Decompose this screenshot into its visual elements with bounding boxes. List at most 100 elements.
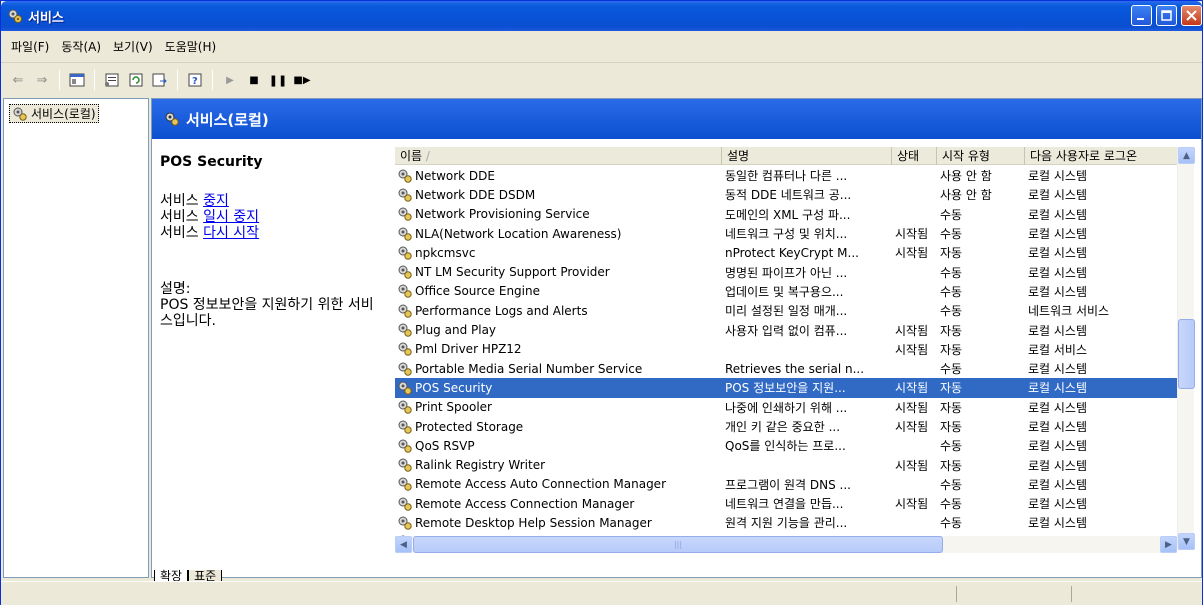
service-name: Network DDE DSDM [415, 187, 536, 202]
table-row[interactable]: Remote Access Connection Manager 네트워크 연결을… [395, 494, 1177, 513]
table-row[interactable]: Portable Media Serial Number Service Retr… [395, 359, 1177, 378]
table-row[interactable]: Performance Logs and Alerts 미리 설정된 일정 매개.… [395, 301, 1177, 320]
cell-name: Portable Media Serial Number Service [395, 362, 720, 376]
cell-name: Print Spooler [395, 400, 720, 414]
maximize-icon [1161, 10, 1172, 21]
service-name: npkcmsvc [415, 245, 476, 260]
table-row[interactable]: POS Security POS 정보보안을 지원... 시작됨 자동 로컬 시스템 [395, 378, 1177, 398]
menu-file[interactable]: 파일(F) [7, 38, 57, 55]
help-button[interactable]: ? [184, 69, 206, 91]
service-name: POS Security [415, 380, 493, 395]
table-row[interactable]: QoS RSVP QoS를 인식하는 프로... 수동 로컬 시스템 [395, 436, 1177, 455]
table-row[interactable]: Remote Access Auto Connection Manager 프로그… [395, 475, 1177, 494]
table-row[interactable]: Network Provisioning Service 도메인의 XML 구성 … [395, 205, 1177, 224]
table-row[interactable]: Plug and Play 사용자 입력 없이 컴퓨... 시작됨 자동 로컬 시스템 [395, 320, 1177, 339]
scroll-up-button[interactable]: ▲ [1178, 147, 1195, 164]
table-row[interactable]: Network DDE DSDM 동적 DDE 네트워크 공... 사용 안 함 로컬… [395, 185, 1177, 204]
vertical-scroll-thumb[interactable] [1178, 319, 1195, 389]
cell-name: Remote Desktop Help Session Manager [395, 516, 720, 530]
menu-help[interactable]: 도움말(H) [161, 38, 225, 55]
horizontal-scrollbar[interactable]: ◀ ||| ▶ [395, 536, 1177, 553]
service-name: Portable Media Serial Number Service [415, 361, 643, 376]
stop-service-button[interactable]: ■ [243, 69, 265, 91]
service-name: Protected Storage [415, 419, 524, 434]
refresh-button[interactable] [125, 69, 147, 91]
column-header-log-on-as[interactable]: 다음 사용자로 로그온 [1025, 147, 1191, 165]
start-service-button[interactable]: ▶ [219, 69, 241, 91]
stop-service-link[interactable]: 중지 [203, 193, 229, 209]
cell-description: 개인 키 같은 중요한 ... [725, 420, 841, 434]
cell-log-on-as: 로컬 시스템 [1028, 420, 1088, 434]
menu-action[interactable]: 동작(A) [57, 38, 109, 55]
cell-log-on-as: 로컬 시스템 [1028, 477, 1088, 492]
table-row[interactable]: NLA(Network Location Awareness) 네트워크 구성 및… [395, 224, 1177, 243]
table-row[interactable]: Ralink Registry Writer 시작됨 자동 로컬 시스템 [395, 455, 1177, 474]
table-row[interactable]: Protected Storage 개인 키 같은 중요한 ... 시작됨 자동 로컬 … [395, 417, 1177, 436]
details-pane: 서비스(로컬) POS Security 서비스 중지 서비스 일시 중지 서비… [151, 98, 1202, 585]
column-header-status[interactable]: 상태 [892, 147, 937, 165]
service-gear-icon [398, 323, 412, 337]
scroll-right-button[interactable]: ▶ [1160, 536, 1177, 553]
horizontal-scroll-thumb[interactable]: ||| [413, 536, 943, 553]
pause-service-link[interactable]: 일시 중지 [203, 209, 259, 225]
service-name: Remote Access Connection Manager [415, 496, 635, 511]
cell-startup-type: 자동 [940, 342, 963, 357]
cell-description: 도메인의 XML 구성 파... [725, 207, 851, 222]
cell-log-on-as: 로컬 시스템 [1028, 246, 1088, 261]
back-button[interactable]: ⇐ [7, 69, 29, 91]
table-row[interactable]: npkcmsvc nProtect KeyCrypt M... 시작됨 자동 로컬 시스… [395, 243, 1177, 262]
status-bar-divider [1071, 586, 1072, 602]
service-name: QoS RSVP [415, 438, 475, 453]
service-gear-icon [398, 227, 412, 241]
cell-name: POS Security [395, 381, 720, 395]
forward-button[interactable]: ⇒ [31, 69, 53, 91]
service-gear-icon [398, 362, 412, 376]
cell-startup-type: 수동 [940, 284, 963, 299]
help-icon: ? [188, 73, 202, 87]
restart-service-link[interactable]: 다시 시작 [203, 225, 259, 241]
pause-service-button[interactable]: ❚❚ [267, 69, 289, 91]
cell-name: Pml Driver HPZ12 [395, 342, 720, 356]
scroll-left-button[interactable]: ◀ [395, 536, 412, 553]
cell-name: QoS RSVP [395, 439, 720, 453]
sort-indicator: / [425, 149, 430, 163]
forward-arrow-icon: ⇒ [36, 72, 48, 88]
cell-log-on-as: 로컬 시스템 [1028, 400, 1088, 415]
export-list-button[interactable] [149, 69, 171, 91]
column-header-description[interactable]: 설명 [722, 147, 892, 165]
services-gear-icon [165, 112, 179, 126]
minimize-button[interactable] [1131, 5, 1152, 26]
table-row[interactable]: Pml Driver HPZ12 시작됨 자동 로컬 서비스 [395, 340, 1177, 359]
list-rows: Network DDE 동일한 컴퓨터나 다른 ... 사용 안 함 로컬 시스템 Ne… [395, 166, 1177, 537]
toolbar: ⇐ ⇒ ? ▶ ■ ❚❚ ■▶ [1, 64, 1202, 96]
vertical-scrollbar[interactable]: ▲ ▼ [1177, 147, 1195, 550]
action-prefix: 서비스 [160, 193, 204, 209]
table-row[interactable]: Remote Desktop Help Session Manager 원격 지원… [395, 513, 1177, 532]
restart-service-button[interactable]: ■▶ [291, 69, 313, 91]
cell-startup-type: 수동 [940, 265, 963, 280]
cell-description: nProtect KeyCrypt M... [725, 245, 859, 260]
table-row[interactable]: Network DDE 동일한 컴퓨터나 다른 ... 사용 안 함 로컬 시스템 [395, 166, 1177, 185]
properties-button[interactable] [101, 69, 123, 91]
close-button[interactable] [1181, 5, 1202, 26]
column-header-startup-type[interactable]: 시작 유형 [937, 147, 1025, 165]
column-header-name[interactable]: 이름 / [395, 147, 722, 165]
status-bar [1, 581, 1202, 605]
cell-startup-type: 수동 [940, 497, 963, 512]
table-row[interactable]: Print Spooler 나중에 인쇄하기 위해 ... 시작됨 자동 로컬 시스템 [395, 398, 1177, 417]
cell-name: NT LM Security Support Provider [395, 265, 720, 279]
play-icon: ▶ [226, 74, 234, 86]
action-pause: 서비스 일시 중지 [160, 209, 385, 225]
service-gear-icon [398, 458, 412, 472]
show-hide-tree-button[interactable] [66, 69, 88, 91]
maximize-button[interactable] [1156, 5, 1177, 26]
cell-startup-type: 자동 [940, 246, 963, 261]
table-row[interactable]: Office Source Engine 업데이트 및 복구용으... 수동 로컬 시… [395, 282, 1177, 301]
service-gear-icon [398, 400, 412, 414]
scroll-down-button[interactable]: ▼ [1178, 533, 1195, 550]
cell-description: 프로그램이 원격 DNS ... [725, 477, 852, 492]
title-bar[interactable]: 서비스 [1, 1, 1202, 31]
menu-view[interactable]: 보기(V) [109, 38, 161, 55]
tree-node-services-local[interactable]: 서비스(로컬) [9, 104, 99, 123]
table-row[interactable]: NT LM Security Support Provider 명명된 파이프가 … [395, 262, 1177, 281]
